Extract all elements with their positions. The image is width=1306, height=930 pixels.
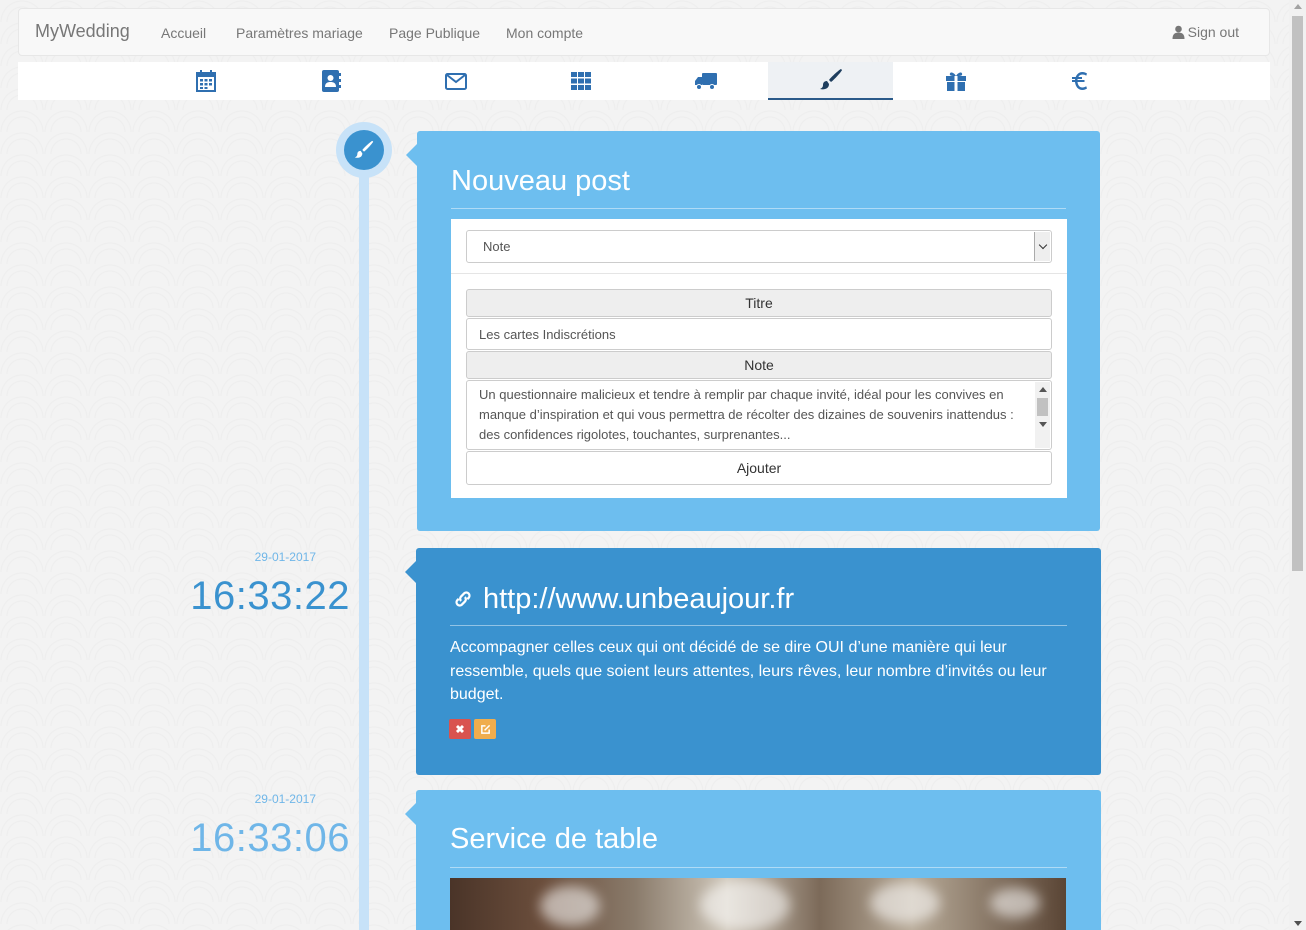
nav-link-accueil[interactable]: Accueil [161, 25, 206, 41]
new-post-card: Nouveau post Note Titre Les cartes Indis… [406, 131, 1100, 531]
euro-icon [1071, 72, 1087, 90]
post-date: 29-01-2017 [254, 792, 316, 806]
user-icon [1172, 25, 1185, 39]
note-text: Un questionnaire malicieux et tendre à r… [479, 387, 1014, 442]
new-post-title: Nouveau post [451, 165, 630, 197]
tab-timeline[interactable] [768, 62, 893, 100]
delete-post-button[interactable]: ✖ [449, 719, 471, 739]
tab-calendar[interactable] [143, 62, 268, 100]
scroll-thumb[interactable] [1292, 16, 1303, 571]
section-tab-bar [18, 62, 1270, 100]
title-divider [450, 867, 1067, 868]
tab-gifts[interactable] [893, 62, 1018, 100]
sign-out-link[interactable]: Sign out [1172, 24, 1239, 40]
tab-tables[interactable] [518, 62, 643, 100]
tab-budget[interactable] [1018, 62, 1143, 100]
top-navbar: MyWedding Accueil Paramètres mariage Pag… [18, 8, 1270, 56]
post-photo [450, 878, 1066, 930]
title-label: Titre [466, 289, 1052, 317]
add-post-button[interactable]: Ajouter [466, 451, 1052, 485]
link-post-title[interactable]: http://www.unbeaujour.fr [483, 583, 794, 616]
form-divider [451, 273, 1067, 274]
gift-icon [945, 72, 966, 91]
link-post-card: http://www.unbeaujour.fr Accompagner cel… [405, 548, 1101, 775]
note-textarea[interactable]: Un questionnaire malicieux et tendre à r… [466, 380, 1052, 450]
contacts-book-icon [321, 70, 341, 92]
post-type-select[interactable]: Note [466, 230, 1052, 263]
brand-logo[interactable]: MyWedding [35, 21, 130, 42]
title-input[interactable]: Les cartes Indiscrétions [466, 318, 1052, 350]
post-type-value: Note [483, 239, 511, 254]
new-post-form: Note Titre Les cartes Indiscrétions Note… [451, 219, 1067, 498]
note-label: Note [466, 351, 1052, 379]
link-post-text: Accompagner celles ceux qui ont décidé d… [450, 639, 1047, 703]
tab-providers[interactable] [643, 62, 768, 100]
nav-link-page-publique[interactable]: Page Publique [389, 25, 480, 41]
paintbrush-icon [819, 69, 842, 90]
envelope-icon [444, 73, 467, 90]
nav-link-mon-compte[interactable]: Mon compte [506, 25, 583, 41]
post-date: 29-01-2017 [254, 550, 316, 564]
chevron-down-icon [1034, 232, 1050, 261]
sign-out-label: Sign out [1187, 24, 1239, 40]
scroll-down-arrow[interactable] [1294, 921, 1302, 926]
tab-contacts[interactable] [268, 62, 393, 100]
tab-invitations[interactable] [393, 62, 518, 100]
post-time: 16:33:22 [190, 574, 350, 618]
scroll-up-arrow[interactable] [1294, 4, 1302, 9]
close-icon: ✖ [455, 723, 465, 736]
calendar-icon [195, 70, 216, 92]
timeline-badge [336, 122, 392, 178]
title-divider [451, 208, 1066, 209]
edit-icon [480, 724, 490, 734]
paintbrush-icon [354, 140, 374, 158]
grid-icon [570, 72, 591, 90]
image-post-title: Service de table [450, 823, 658, 855]
truck-icon [694, 73, 717, 90]
timeline-line [359, 150, 369, 930]
link-icon [450, 586, 476, 612]
title-divider [450, 625, 1067, 626]
image-post-card: Service de table [405, 790, 1101, 930]
nav-link-parametres[interactable]: Paramètres mariage [236, 25, 363, 41]
post-time: 16:33:06 [190, 816, 350, 860]
textarea-scrollbar[interactable] [1035, 382, 1050, 448]
page-scrollbar[interactable] [1289, 0, 1306, 930]
edit-post-button[interactable] [474, 719, 496, 739]
